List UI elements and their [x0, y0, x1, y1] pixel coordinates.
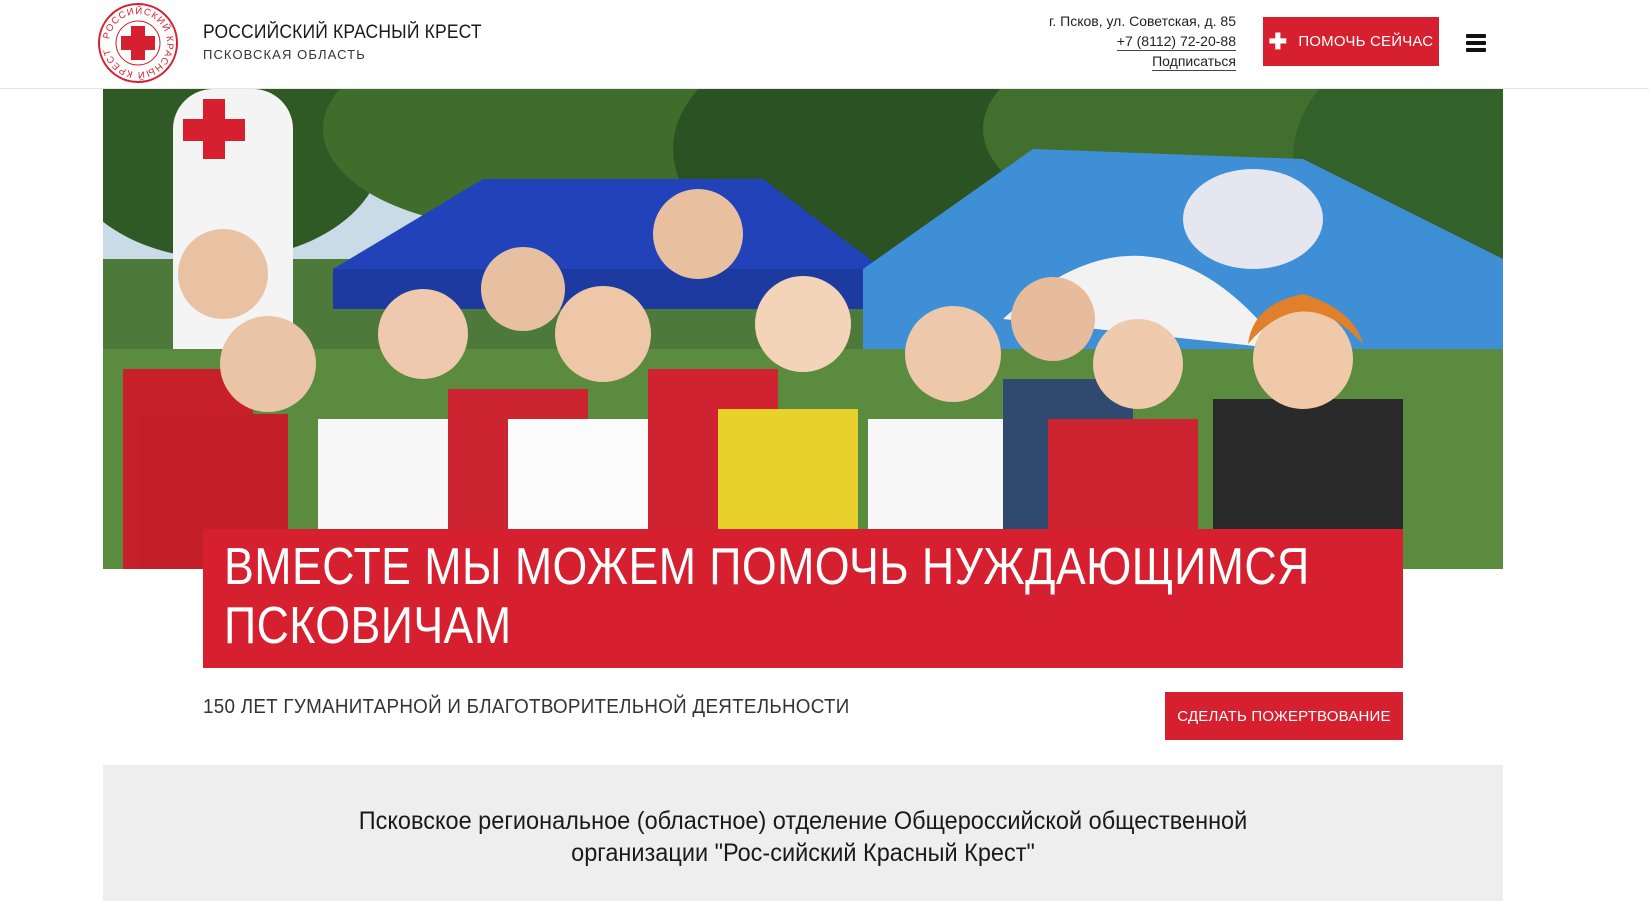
- plus-icon: ✚: [1268, 28, 1288, 54]
- red-cross-logo[interactable]: РОССИЙСКИЙ КРАСНЫЙ КРЕСТ: [97, 2, 179, 84]
- brand-subtitle: ПСКОВСКАЯ ОБЛАСТЬ: [203, 47, 366, 62]
- brand-title[interactable]: РОССИЙСКИЙ КРАСНЫЙ КРЕСТ: [203, 22, 482, 44]
- organization-info-block: Псковское региональное (областное) отдел…: [103, 765, 1503, 901]
- donate-button[interactable]: СДЕЛАТЬ ПОЖЕРТВОВАНИЕ: [1165, 692, 1403, 740]
- site-header: РОССИЙСКИЙ КРАСНЫЙ КРЕСТ РОССИЙСКИЙ КРАС…: [0, 0, 1649, 89]
- hero-photo: [103, 89, 1503, 569]
- organization-name: Псковское региональное (областное) отдел…: [358, 807, 1248, 867]
- contacts-block: г. Псков, ул. Советская, д. 85 +7 (8112)…: [1049, 11, 1236, 71]
- hero-headline-banner: ВМЕСТЕ МЫ МОЖЕМ ПОМОЧЬ НУЖДАЮЩИМСЯ ПСКОВ…: [203, 529, 1403, 668]
- hero-headline: ВМЕСТЕ МЫ МОЖЕМ ПОМОЧЬ НУЖДАЮЩИМСЯ ПСКОВ…: [224, 538, 1310, 655]
- address-text: г. Псков, ул. Советская, д. 85: [1048, 13, 1236, 29]
- help-now-label: ПОМОЧЬ СЕЙЧАС: [1298, 33, 1434, 50]
- subscribe-link[interactable]: Подписаться: [1152, 53, 1236, 71]
- hamburger-menu-icon[interactable]: [1466, 34, 1486, 52]
- tagline-text: 150 ЛЕТ ГУМАНИТАРНОЙ И БЛАГОТВОРИТЕЛЬНОЙ…: [203, 696, 850, 718]
- phone-link[interactable]: +7 (8112) 72-20-88: [1116, 33, 1236, 51]
- help-now-button[interactable]: ✚ ПОМОЧЬ СЕЙЧАС: [1263, 17, 1439, 66]
